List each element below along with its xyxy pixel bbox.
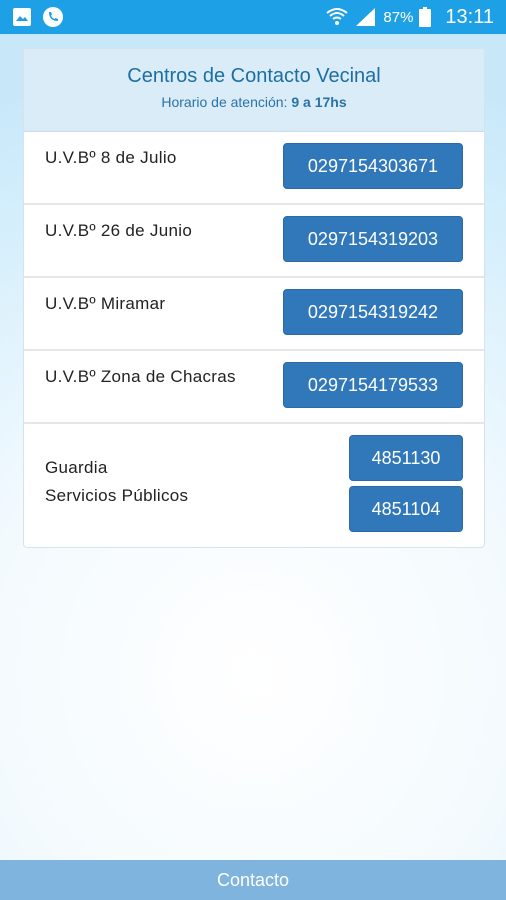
- contact-name: U.V.Bº Zona de Chacras: [45, 367, 236, 386]
- call-button[interactable]: 0297154319242: [283, 289, 463, 335]
- card-header: Centros de Contacto Vecinal Horario de a…: [24, 49, 484, 132]
- status-bar: 87% 13:11: [0, 0, 506, 34]
- contact-row: U.V.Bº 26 de Junio 0297154319203: [24, 205, 484, 278]
- signal-icon: [355, 7, 377, 27]
- battery-percentage: 87%: [383, 8, 414, 26]
- card-title: Centros de Contacto Vecinal: [127, 65, 381, 87]
- contact-row: U.V.Bº 8 de Julio 0297154303671: [24, 132, 484, 205]
- call-button-2[interactable]: 4851104: [349, 486, 463, 532]
- call-button[interactable]: 0297154179533: [283, 362, 463, 408]
- phone-notification-icon: [42, 6, 64, 28]
- battery-icon: [419, 7, 432, 27]
- clock: 13:11: [445, 5, 494, 28]
- contact-name-line1: Guardia: [45, 458, 108, 477]
- contact-row-guardia: Guardia Servicios Públicos 4851130 48511…: [24, 424, 484, 547]
- call-button[interactable]: 0297154319203: [283, 216, 463, 262]
- contact-tab-label: Contacto: [216, 869, 290, 890]
- contact-name: Guardia Servicios Públicos: [45, 454, 188, 510]
- gallery-notification-icon: [12, 7, 32, 27]
- card-subtitle: Horario de atención: 9 a 17hs: [24, 94, 484, 110]
- wifi-icon: [325, 6, 349, 28]
- schedule-label: Horario de atención:: [161, 94, 292, 110]
- contact-name: U.V.Bº 8 de Julio: [45, 148, 177, 167]
- schedule-hours: 9 a 17hs: [291, 94, 347, 110]
- contact-name: U.V.Bº Miramar: [45, 294, 166, 313]
- contact-name: U.V.Bº 26 de Junio: [45, 221, 193, 240]
- bottom-contact-bar[interactable]: Contacto: [0, 860, 506, 900]
- contact-row: U.V.Bº Zona de Chacras 0297154179533: [24, 351, 484, 424]
- contact-centers-card: Centros de Contacto Vecinal Horario de a…: [23, 48, 485, 548]
- call-button[interactable]: 0297154303671: [283, 143, 463, 189]
- call-button-1[interactable]: 4851130: [349, 435, 463, 481]
- contact-row: U.V.Bº Miramar 0297154319242: [24, 278, 484, 351]
- contact-name-line2: Servicios Públicos: [45, 486, 189, 505]
